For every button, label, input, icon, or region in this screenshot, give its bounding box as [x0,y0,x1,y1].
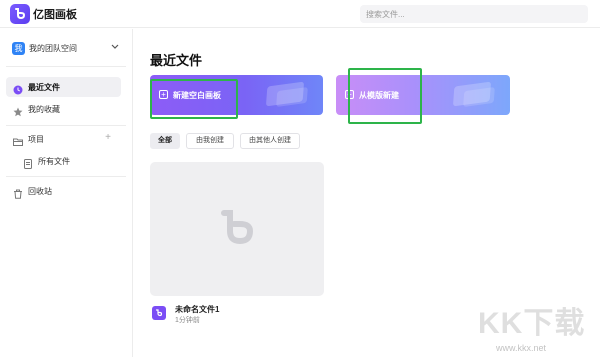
team-avatar: 我 [12,42,25,55]
trash-icon [13,186,23,199]
page-title: 最近文件 [150,53,203,68]
star-icon [13,104,23,117]
sidebar-item-projects[interactable]: 项目 + [6,129,121,149]
file-modified-time: 1分钟前 [175,317,200,324]
add-project-button[interactable]: + [105,132,111,143]
file-icon [23,156,33,169]
filter-created-by-others[interactable]: 由其他人创建 [240,133,300,149]
sidebar-item-label: 所有文件 [38,157,70,166]
file-thumbnail[interactable] [150,162,324,296]
app-logo-icon[interactable] [10,4,30,24]
filter-created-by-me[interactable]: 由我创建 [186,133,234,149]
watermark-url: www.kkx.net [496,343,547,353]
clock-icon [13,82,23,95]
sidebar-item-label: 项目 [28,135,44,144]
app-name: 亿图画板 [33,9,77,21]
sidebar-item-favorites[interactable]: 我的收藏 [6,99,121,119]
sidebar-item-label: 回收站 [28,187,52,196]
filter-all[interactable]: 全部 [150,133,180,149]
sidebar: 我 我的团队空间 最近文件 我的收藏 项目 + 所有文件 回收站 [0,29,133,357]
watermark: KK下载 [478,307,586,340]
eddx-logo-icon [221,210,254,245]
sidebar-item-all-files[interactable]: 所有文件 [16,151,121,171]
top-bar: 亿图画板 搜索文件... [0,0,600,28]
file-type-icon [152,306,166,320]
sidebar-divider [6,125,126,126]
sidebar-item-trash[interactable]: 回收站 [6,181,121,201]
sidebar-item-recent[interactable]: 最近文件 [6,77,121,97]
highlight-box [348,68,422,124]
search-input[interactable]: 搜索文件... [360,5,588,23]
team-label: 我的团队空间 [29,44,77,53]
sidebar-divider [6,176,126,177]
sidebar-divider [6,66,126,67]
file-name[interactable]: 未命名文件1 [175,304,219,315]
chevron-down-icon[interactable] [111,43,119,52]
sidebar-item-label: 最近文件 [28,83,60,92]
team-switcher[interactable]: 我 我的团队空间 [10,41,125,57]
highlight-box [150,79,238,119]
sidebar-item-label: 我的收藏 [28,105,60,114]
folder-icon [13,134,23,146]
